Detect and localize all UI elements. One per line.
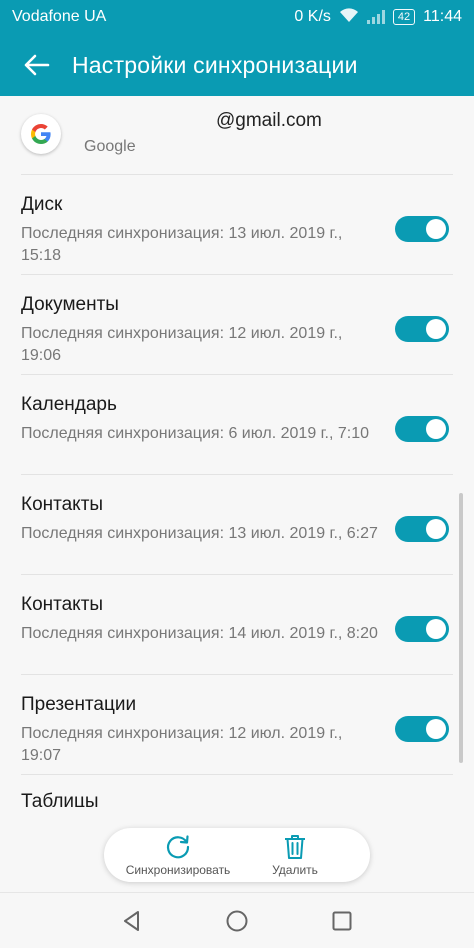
sync-item[interactable]: Презентации Последняя синхронизация: 12 … [21,675,453,775]
sync-toggle[interactable] [395,716,449,742]
sync-item[interactable]: Документы Последняя синхронизация: 12 ию… [21,275,453,375]
app-bar: Настройки синхронизации [0,34,474,96]
nav-home-button[interactable] [223,907,251,935]
sync-list: Диск Последняя синхронизация: 13 июл. 20… [0,175,474,807]
status-bar: Vodafone UA 0 K/s 42 11:44 [0,0,474,34]
battery-level: 42 [397,11,411,23]
sync-item-title: Презентации [21,694,137,715]
battery-icon: 42 [392,9,416,25]
sync-item[interactable]: Календарь Последняя синхронизация: 6 июл… [21,375,453,475]
back-button[interactable] [0,34,72,96]
sync-item-title: Документы [21,294,119,315]
sync-item-title: Контакты [21,594,104,615]
signal-icon [366,10,385,24]
sync-item-title: Диск [21,194,63,215]
sync-item[interactable]: Контакты Последняя синхронизация: 13 июл… [21,475,453,575]
triangle-back-icon [124,911,139,931]
sync-item-title: Календарь [21,394,117,415]
screen: Vodafone UA 0 K/s 42 11:44 Настройки син… [0,0,474,948]
network-speed: 0 K/s [294,8,331,25]
sync-toggle[interactable] [395,516,449,542]
status-icons: 0 K/s 42 11:44 [294,7,462,28]
nav-back-button[interactable] [118,907,146,935]
toggle-knob [426,519,446,539]
delete-label: Удалить [272,863,318,877]
sync-item-title: Контакты [21,494,104,515]
sync-toggle[interactable] [395,216,449,242]
account-type: Google [84,138,136,155]
sync-item-subtitle: Последняя синхронизация: 13 июл. 2019 г.… [21,525,378,542]
delete-account-button[interactable]: Удалить [264,832,326,877]
toggle-knob [426,319,446,339]
sync-item[interactable]: Таблицы [21,775,453,807]
sync-item-subtitle: Последняя синхронизация: 13 июл. 2019 г.… [21,225,343,264]
sync-item-subtitle: Последняя синхронизация: 12 июл. 2019 г.… [21,325,343,364]
carrier-label: Vodafone UA [12,8,107,25]
toggle-knob [426,419,446,439]
action-bar: Синхронизировать Удалить [104,828,370,882]
sync-item-subtitle: Последняя синхронизация: 14 июл. 2019 г.… [21,625,378,642]
account-email: @gmail.com [216,110,322,131]
wifi-icon [339,7,359,28]
arrow-left-icon [24,54,50,76]
sync-item[interactable]: Диск Последняя синхронизация: 13 июл. 20… [21,175,453,275]
toggle-knob [426,619,446,639]
sync-toggle[interactable] [395,616,449,642]
trash-icon [264,832,326,862]
scrollbar[interactable] [459,493,463,763]
toggle-knob [426,219,446,239]
system-nav-bar [0,892,474,948]
refresh-icon [124,832,232,862]
google-icon [21,114,61,154]
sync-item-subtitle: Последняя синхронизация: 12 июл. 2019 г.… [21,725,343,764]
sync-now-button[interactable]: Синхронизировать [124,832,232,877]
sync-item[interactable]: Контакты Последняя синхронизация: 14 июл… [21,575,453,675]
toggle-knob [426,719,446,739]
sync-item-subtitle: Последняя синхронизация: 6 июл. 2019 г.,… [21,425,370,442]
sync-toggle[interactable] [395,416,449,442]
sync-item-title: Таблицы [21,791,99,807]
sync-now-label: Синхронизировать [125,863,231,877]
circle-home-icon [226,910,248,932]
account-header: @gmail.com Google [0,96,474,174]
square-recents-icon [332,911,352,931]
page-title: Настройки синхронизации [72,51,358,78]
sync-toggle[interactable] [395,316,449,342]
clock: 11:44 [423,8,462,25]
nav-recents-button[interactable] [328,907,356,935]
